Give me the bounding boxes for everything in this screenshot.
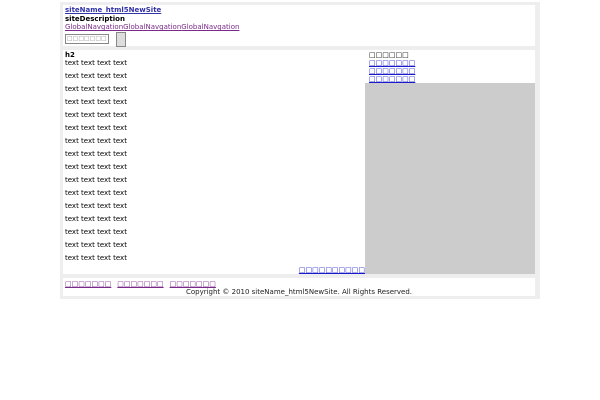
page-top-link[interactable]: □□□□□□□□□□ — [299, 266, 365, 275]
global-nav-link-3[interactable]: GlobalNavgation — [181, 23, 239, 31]
content-paragraph-7: text text text text — [65, 137, 127, 145]
content-paragraph-3: text text text text — [65, 85, 127, 93]
content-paragraph-1: text text text text — [65, 59, 127, 67]
content-paragraph-9: text text text text — [65, 163, 127, 171]
search-input[interactable]: □□□□□□□ — [65, 34, 109, 44]
search-button[interactable] — [116, 32, 126, 47]
site-name-link[interactable]: siteName_html5NewSite — [65, 6, 161, 15]
content-paragraph-10: text text text text — [65, 176, 127, 184]
content-paragraph-2: text text text text — [65, 72, 127, 80]
sidebar-title: □□□□□□ — [369, 51, 409, 59]
footer-nav-link-2[interactable]: □□□□□□□ — [117, 280, 163, 288]
footer-navigation: □□□□□□□ □□□□□□□ □□□□□□□ — [65, 280, 222, 288]
global-navigation: GlobalNavgationGlobalNavgationGlobalNavg… — [65, 23, 239, 32]
sidebar-link-1[interactable]: □□□□□□□ — [369, 59, 415, 67]
site-header: siteName_html5NewSite siteDescription Gl… — [63, 5, 535, 47]
content-paragraph-5: text text text text — [65, 111, 127, 119]
content-paragraph-8: text text text text — [65, 150, 127, 158]
sidebar-box: □□□□□□ □□□□□□□ □□□□□□□ □□□□□□□ — [365, 50, 535, 83]
sidebar-link-3[interactable]: □□□□□□□ — [369, 75, 415, 83]
content-paragraph-16: text text text text — [65, 254, 127, 262]
main-content: h2 text text text text text text text te… — [63, 50, 365, 274]
footer-nav-link-3[interactable]: □□□□□□□ — [170, 280, 216, 288]
global-nav-link-2[interactable]: GlobalNavgation — [123, 23, 181, 31]
content-paragraph-11: text text text text — [65, 189, 127, 197]
content-paragraph-4: text text text text — [65, 98, 127, 106]
sidebar: □□□□□□ □□□□□□□ □□□□□□□ □□□□□□□ — [365, 50, 535, 274]
content-paragraph-14: text text text text — [65, 228, 127, 236]
sidebar-link-2[interactable]: □□□□□□□ — [369, 67, 415, 75]
content-paragraph-6: text text text text — [65, 124, 127, 132]
content-paragraph-12: text text text text — [65, 202, 127, 210]
global-nav-link-1[interactable]: GlobalNavgation — [65, 23, 123, 31]
content-paragraph-15: text text text text — [65, 241, 127, 249]
page-wrapper: siteName_html5NewSite siteDescription Gl… — [60, 2, 540, 299]
footer-nav-link-1[interactable]: □□□□□□□ — [65, 280, 111, 288]
copyright-text: Copyright © 2010 siteName_html5NewSite. … — [185, 288, 413, 296]
content-paragraph-13: text text text text — [65, 215, 127, 223]
site-footer: □□□□□□□ □□□□□□□ □□□□□□□ Copyright © 2010 s… — [63, 278, 535, 296]
